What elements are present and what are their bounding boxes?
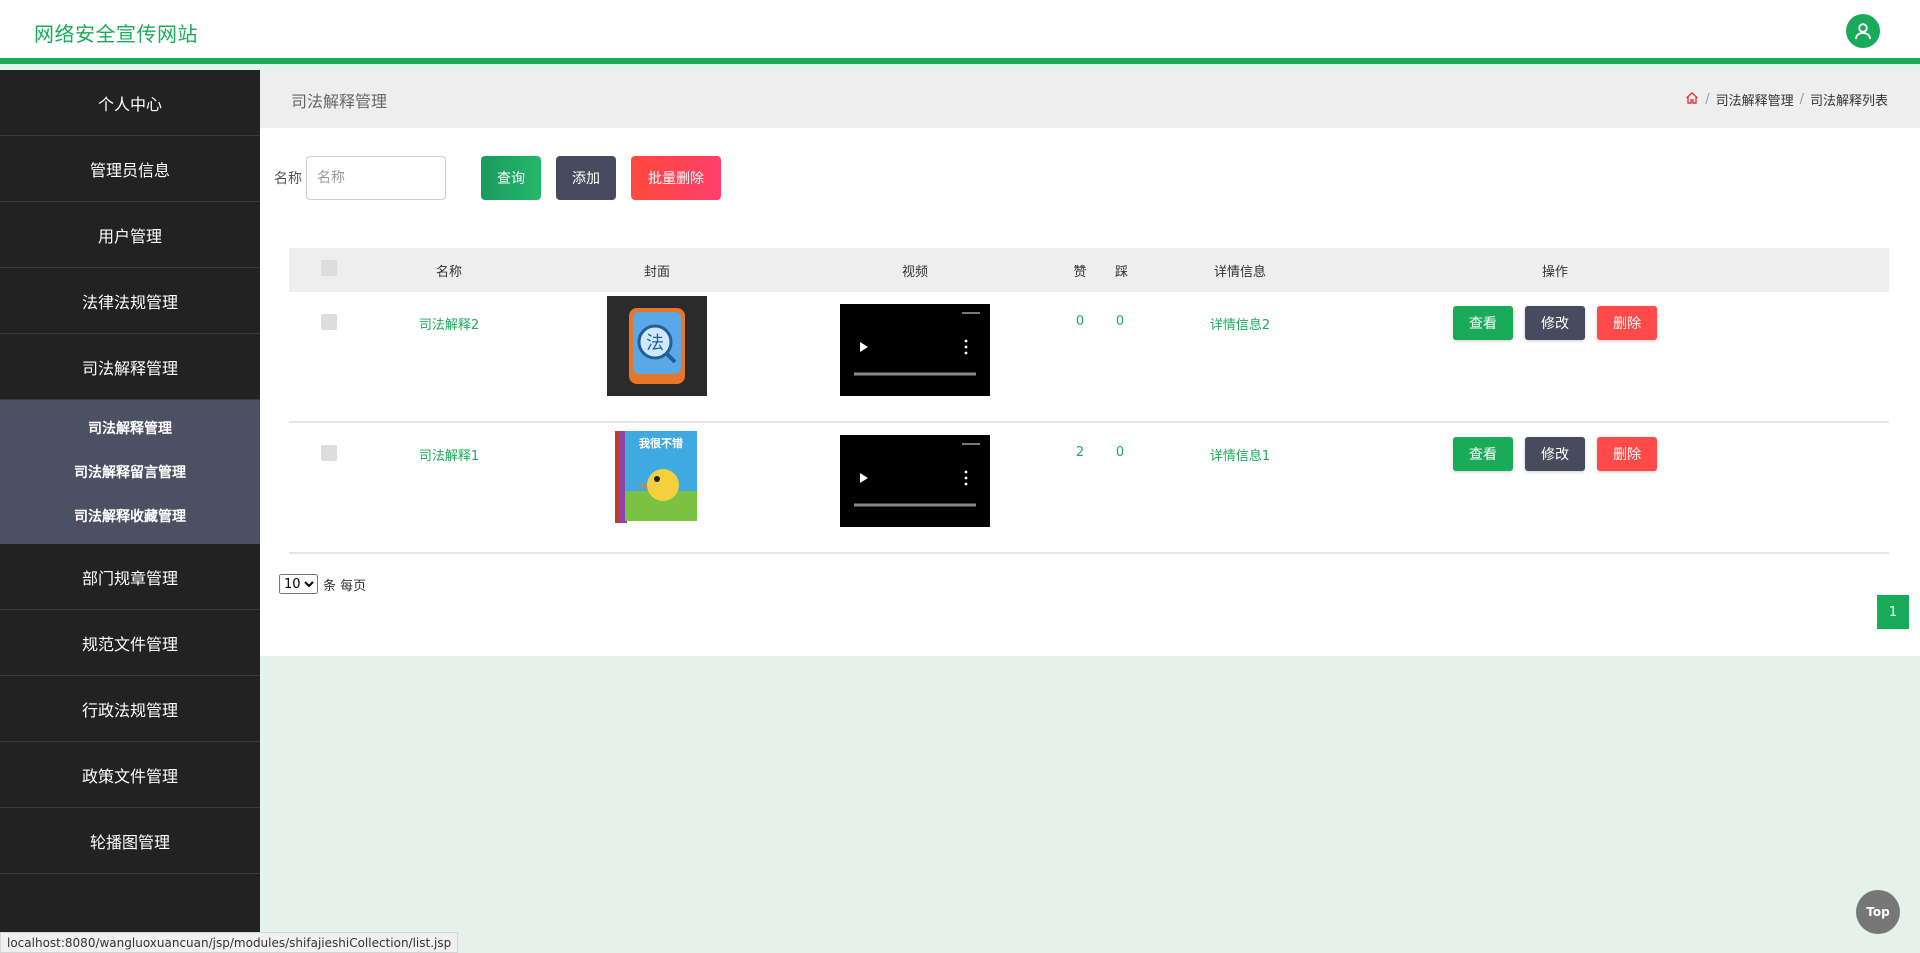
row-checkbox[interactable] xyxy=(321,314,337,330)
view-button[interactable]: 查看 xyxy=(1452,306,1513,340)
main-content: 司法解释管理 / 司法解释管理 / 司法解释列表 名称 查询 添加 批量删除 名… xyxy=(260,70,1920,656)
site-title[interactable]: 网络安全宣传网站 xyxy=(34,18,198,47)
column-header-detail: 详情信息 xyxy=(1213,264,1266,280)
view-button[interactable]: 查看 xyxy=(1452,437,1513,471)
page-size-control: 10 条 每页 xyxy=(279,574,366,594)
page-size-select[interactable]: 10 xyxy=(279,574,318,594)
batch-delete-button[interactable]: 批量删除 xyxy=(631,156,721,200)
home-icon[interactable] xyxy=(1685,91,1699,109)
column-header-video: 视频 xyxy=(901,264,928,280)
breadcrumb-separator: / xyxy=(1705,92,1710,107)
row-checkbox-cell xyxy=(289,423,369,465)
row-tread-count: 0 xyxy=(1115,445,1125,460)
breadcrumb-item-current: 司法解释列表 xyxy=(1809,94,1888,109)
cover-image: 法 xyxy=(607,296,707,396)
sidebar-item-policy-documents[interactable]: 政策文件管理 xyxy=(0,742,260,808)
row-detail: 详情信息1 xyxy=(1209,449,1271,464)
table-row: 司法解释2 法 0 0 详情信息2 查看 修改 删除 xyxy=(289,292,1889,423)
video-player[interactable] xyxy=(840,435,990,527)
edit-button[interactable]: 修改 xyxy=(1525,437,1585,471)
back-to-top-button[interactable]: Top xyxy=(1856,890,1900,934)
sidebar-item-laws-management[interactable]: 法律法规管理 xyxy=(0,268,260,334)
column-header-ops: 操作 xyxy=(1541,264,1568,280)
row-like-count: 2 xyxy=(1075,445,1085,460)
play-icon xyxy=(860,342,868,352)
sidebar-item-carousel-management[interactable]: 轮播图管理 xyxy=(0,808,260,874)
submenu-item-judicial-management[interactable]: 司法解释管理 xyxy=(0,406,260,450)
submenu-item-judicial-favorites[interactable]: 司法解释收藏管理 xyxy=(0,494,260,538)
cover-image: 我很不错 xyxy=(607,427,707,527)
row-checkbox[interactable] xyxy=(321,445,337,461)
breadcrumb: / 司法解释管理 / 司法解释列表 xyxy=(1685,90,1888,109)
search-label: 名称 xyxy=(274,171,302,187)
select-all-checkbox[interactable] xyxy=(321,260,337,276)
column-header-tread: 踩 xyxy=(1115,264,1129,280)
row-cover-cell: 法 xyxy=(529,292,785,400)
search-toolbar: 名称 查询 添加 批量删除 xyxy=(274,156,721,200)
row-like-count: 0 xyxy=(1075,314,1085,329)
edit-button[interactable]: 修改 xyxy=(1525,306,1585,340)
status-bar-url: localhost:8080/wangluoxuancuan/jsp/modul… xyxy=(0,932,459,953)
row-tread-count: 0 xyxy=(1115,314,1125,329)
sidebar-item-personal-center[interactable]: 个人中心 xyxy=(0,70,260,136)
table-header: 名称 封面 视频 赞 踩 详情信息 操作 xyxy=(289,248,1889,292)
column-header-cover: 封面 xyxy=(643,264,670,280)
name-search-input[interactable] xyxy=(306,156,446,200)
row-ops-cell: 查看 修改 删除 xyxy=(1355,423,1755,471)
row-detail: 详情信息2 xyxy=(1209,318,1271,333)
delete-button[interactable]: 删除 xyxy=(1597,437,1658,471)
row-video-cell xyxy=(785,292,1045,400)
submenu-item-judicial-comments[interactable]: 司法解释留言管理 xyxy=(0,450,260,494)
row-cover-cell: 我很不错 xyxy=(529,423,785,531)
delete-button[interactable]: 删除 xyxy=(1597,306,1658,340)
row-checkbox-cell xyxy=(289,292,369,334)
sidebar: 个人中心 管理员信息 用户管理 法律法规管理 司法解释管理 司法解释管理 司法解… xyxy=(0,70,260,953)
page-title: 司法解释管理 xyxy=(291,92,388,111)
page-number-button[interactable]: 1 xyxy=(1877,595,1909,629)
per-page-label: 条 每页 xyxy=(323,578,367,594)
user-avatar-icon[interactable] xyxy=(1846,14,1880,48)
play-icon xyxy=(860,473,868,483)
sidebar-submenu: 司法解释管理 司法解释留言管理 司法解释收藏管理 xyxy=(0,400,260,544)
sidebar-item-department-rules[interactable]: 部门规章管理 xyxy=(0,544,260,610)
cover-image-text: 我很不错 xyxy=(639,436,683,450)
top-header: 网络安全宣传网站 xyxy=(0,0,1920,64)
data-table: 名称 封面 视频 赞 踩 详情信息 操作 司法解释2 法 0 0 详情信息2 查… xyxy=(289,248,1889,554)
breadcrumb-separator: / xyxy=(1799,92,1804,107)
breadcrumb-bar: 司法解释管理 / 司法解释管理 / 司法解释列表 xyxy=(260,70,1920,128)
sidebar-item-judicial-interpretation[interactable]: 司法解释管理 xyxy=(0,334,260,400)
add-button[interactable]: 添加 xyxy=(556,156,616,200)
column-header-like: 赞 xyxy=(1073,264,1087,280)
sidebar-item-normative-documents[interactable]: 规范文件管理 xyxy=(0,610,260,676)
row-ops-cell: 查看 修改 删除 xyxy=(1355,292,1755,340)
breadcrumb-item-module[interactable]: 司法解释管理 xyxy=(1716,90,1794,109)
table-row: 司法解释1 我很不错 2 0 详情信息1 查看 修改 删除 xyxy=(289,423,1889,554)
row-name: 司法解释2 xyxy=(418,318,480,333)
sidebar-item-user-management[interactable]: 用户管理 xyxy=(0,202,260,268)
sidebar-item-admin-info[interactable]: 管理员信息 xyxy=(0,136,260,202)
column-header-name: 名称 xyxy=(435,264,462,280)
query-button[interactable]: 查询 xyxy=(481,156,541,200)
sidebar-item-administrative-regulations[interactable]: 行政法规管理 xyxy=(0,676,260,742)
select-all-checkbox-cell xyxy=(289,260,369,280)
video-player[interactable] xyxy=(840,304,990,396)
cover-image-text: 法 xyxy=(646,333,664,354)
row-video-cell xyxy=(785,423,1045,531)
row-name: 司法解释1 xyxy=(418,449,480,464)
